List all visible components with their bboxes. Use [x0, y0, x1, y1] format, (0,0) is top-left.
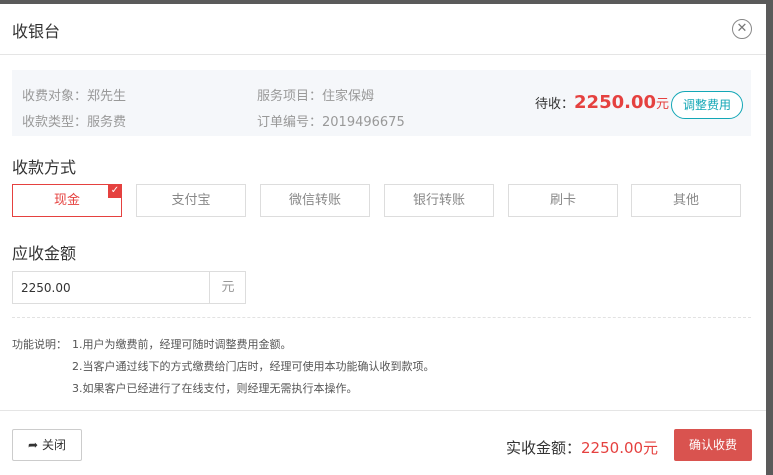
dialog-title: 收银台	[12, 22, 61, 41]
service-label: 服务项目：	[257, 89, 323, 104]
payment-method-label: 银行转账	[412, 193, 465, 208]
pending-value: 2250.00	[574, 92, 656, 113]
dialog-header: 收银台 ✕	[0, 4, 766, 55]
order-info-panel: 收费对象：郑先生 服务项目：住家保姆 收款类型：服务费 订单编号：2019496…	[12, 70, 751, 136]
payment-method-0[interactable]: 现金 ✓	[12, 184, 122, 217]
order-value: 2019496675	[322, 115, 405, 130]
payment-method-label: 其他	[672, 193, 699, 208]
type-field: 收款类型：服务费	[22, 111, 126, 130]
payment-method-1[interactable]: 支付宝	[136, 184, 246, 217]
payment-method-label: 刷卡	[549, 193, 576, 208]
service-field: 服务项目：住家保姆	[257, 85, 374, 104]
confirm-payment-button[interactable]: 确认收费	[674, 429, 752, 461]
divider	[12, 317, 751, 318]
actual-value: 2250.00	[581, 439, 644, 457]
amount-field: 元	[12, 271, 246, 304]
close-button-label: 关闭	[41, 438, 66, 452]
check-icon: ✓	[108, 184, 122, 198]
payment-method-5[interactable]: 其他	[631, 184, 741, 217]
actual-amount: 实收金额：2250.00元	[506, 437, 658, 458]
pending-label: 待收：	[535, 97, 575, 112]
dialog-footer: ➦ 关闭 实收金额：2250.00元 确认收费	[0, 410, 766, 475]
order-label: 订单编号：	[257, 115, 323, 130]
payer-field: 收费对象：郑先生	[22, 85, 126, 104]
cashier-dialog: 收银台 ✕ 收费对象：郑先生 服务项目：住家保姆 收款类型：服务费 订单编号：2…	[0, 4, 766, 475]
note-line: 2.当客户通过线下的方式缴费给门店时，经理可使用本功能确认收到款项。	[72, 360, 435, 373]
order-field: 订单编号：2019496675	[257, 111, 405, 130]
payment-method-4[interactable]: 刷卡	[508, 184, 618, 217]
type-value: 服务费	[87, 115, 127, 130]
amount-input[interactable]	[13, 272, 205, 303]
notes-label: 功能说明：	[12, 338, 67, 351]
note-line: 1.用户为缴费前，经理可随时调整费用金额。	[72, 338, 292, 351]
pending-amount: 待收：2250.00元	[535, 92, 669, 113]
service-value: 住家保姆	[322, 89, 375, 104]
payment-method-3[interactable]: 银行转账	[384, 184, 494, 217]
note-line: 3.如果客户已经进行了在线支付，则经理无需执行本操作。	[72, 382, 358, 395]
receivable-title: 应收金额	[12, 244, 77, 263]
pending-unit: 元	[656, 97, 670, 112]
close-button[interactable]: ➦ 关闭	[12, 429, 82, 461]
payment-method-label: 现金	[53, 193, 80, 208]
actual-unit: 元	[643, 439, 659, 457]
adjust-fee-button[interactable]: 调整费用	[671, 91, 743, 119]
type-label: 收款类型：	[22, 115, 88, 130]
payment-method-2[interactable]: 微信转账	[260, 184, 370, 217]
payer-value: 郑先生	[87, 89, 127, 104]
close-icon[interactable]: ✕	[732, 19, 752, 39]
payment-method-title: 收款方式	[12, 158, 77, 177]
payer-label: 收费对象：	[22, 89, 88, 104]
payment-method-label: 微信转账	[288, 193, 341, 208]
amount-unit: 元	[209, 272, 246, 303]
reply-arrow-icon: ➦	[28, 438, 39, 452]
payment-method-label: 支付宝	[171, 193, 211, 208]
actual-label: 实收金额：	[506, 439, 582, 457]
